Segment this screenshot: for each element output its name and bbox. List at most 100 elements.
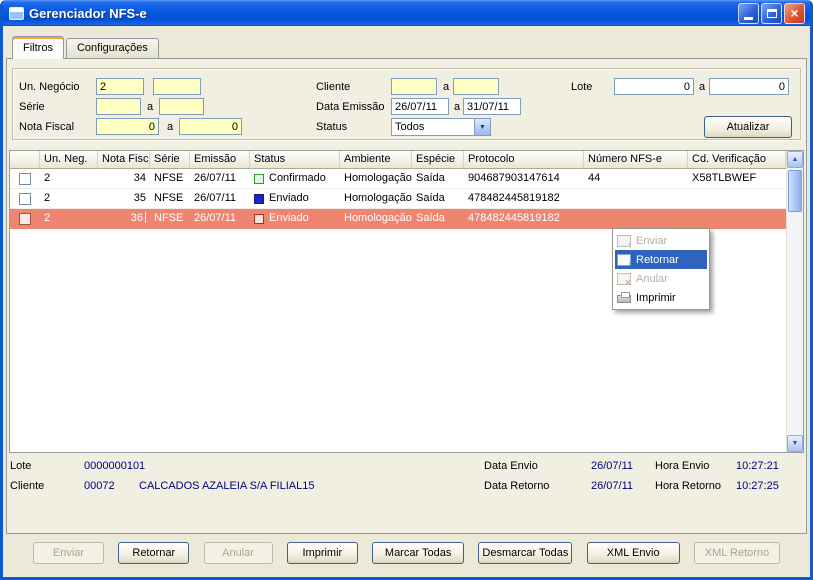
cell-un-neg: 2 (44, 172, 51, 184)
scroll-down-button[interactable]: ▼ (787, 435, 803, 452)
vertical-scrollbar[interactable]: ▲ ▼ (786, 151, 803, 452)
atualizar-button[interactable]: Atualizar (704, 116, 792, 138)
status-square (254, 193, 264, 204)
data-emissao-label: Data Emissão (316, 101, 385, 113)
data-emissao-from-input[interactable] (391, 98, 449, 115)
serie-to-input[interactable] (159, 98, 204, 115)
cliente-from-input[interactable] (391, 78, 437, 95)
cell-numero-nfse: 44 (588, 172, 601, 184)
cell-protocolo: 904687903147614 (468, 172, 560, 184)
scroll-thumb[interactable] (788, 170, 802, 212)
status-select[interactable]: Todos ▼ (391, 118, 491, 136)
minimize-icon (744, 17, 753, 20)
scroll-up-button[interactable]: ▲ (787, 151, 803, 168)
nota-fiscal-label: Nota Fiscal (19, 121, 75, 133)
close-button[interactable]: × (784, 2, 805, 24)
action-imprimir-button[interactable]: Imprimir (286, 542, 358, 564)
context-menu-item-enviar: Enviar (615, 231, 707, 250)
serie-range-separator: a (147, 101, 154, 113)
cell-nota-fiscal: 34 (133, 172, 146, 184)
column-header-ambiente[interactable]: Ambiente (340, 151, 412, 169)
grid-header: Un. Neg.Nota FiscalSérieEmissãoStatusAmb… (10, 151, 786, 169)
data-envio-value: 26/07/11 (591, 460, 634, 472)
status-dropdown-button[interactable]: ▼ (474, 119, 490, 135)
status-square (254, 213, 264, 224)
data-emissao-range-separator: a (454, 101, 461, 113)
cliente-name: CALCADOS AZALEIA S/A FILIAL15 (139, 480, 315, 492)
cell-status: Confirmado (250, 169, 340, 188)
chevron-down-icon: ▼ (479, 123, 486, 131)
column-header-un-neg[interactable]: Un. Neg. (40, 151, 98, 169)
action-enviar-button: Enviar (33, 542, 104, 564)
context-menu-item-label: Enviar (636, 234, 668, 247)
maximize-button[interactable] (761, 2, 782, 24)
filter-panel: Un. Negócio Série a Nota Fiscal a Client… (12, 68, 801, 140)
send-grid-icon (617, 234, 632, 250)
row-checkbox[interactable] (19, 212, 31, 225)
cliente-code: 00072 (84, 480, 115, 492)
cell-serie: NFSE (154, 172, 184, 184)
action-desmarcar-todas-button[interactable]: Desmarcar Todas (478, 542, 573, 564)
hora-envio-label: Hora Envio (655, 460, 710, 472)
context-menu-item-imprimir[interactable]: Imprimir (615, 288, 707, 307)
cell-protocolo: 478482445819182 (468, 212, 560, 224)
table-row[interactable]: 2 34 NFSE 26/07/11 Confirmado Homologação Saíd… (10, 169, 786, 189)
context-menu-item-label: Retornar (636, 253, 679, 266)
return-grid-icon (617, 253, 632, 269)
window-title: Gerenciador NFS-e (29, 5, 147, 21)
cell-emissao: 26/07/11 (194, 172, 237, 184)
cell-status: Enviado (250, 189, 340, 208)
action-anular-button: Anular (203, 542, 273, 564)
lote-label: Lote (10, 460, 32, 472)
column-header-serie[interactable]: Série (150, 151, 190, 169)
context-menu-item-retornar[interactable]: Retornar (615, 250, 707, 269)
column-header-nota-fiscal[interactable]: Nota Fiscal (98, 151, 150, 169)
row-checkbox[interactable] (19, 192, 31, 205)
context-menu-item-label: Imprimir (636, 291, 676, 304)
grid-body: 2 34 NFSE 26/07/11 Confirmado Homologação Saíd… (10, 169, 786, 229)
serie-from-input[interactable] (96, 98, 141, 115)
cell-serie: NFSE (154, 212, 184, 224)
action-marcar-todas-button[interactable]: Marcar Todas (372, 542, 465, 564)
column-header-especie[interactable]: Espécie (412, 151, 464, 169)
table-row[interactable]: 2 36 NFSE 26/07/11 Enviado Homologação Saída 47… (10, 209, 786, 229)
lote-to-input[interactable] (709, 78, 789, 95)
column-header-emissao[interactable]: Emissão (190, 151, 250, 169)
cell-especie: Saída (416, 172, 445, 184)
cell-un-neg: 2 (44, 212, 51, 224)
column-header-checkbox[interactable] (10, 151, 40, 169)
arrow-up-icon: ▲ (791, 156, 799, 163)
lote-value: 0000000101 (84, 460, 146, 472)
lote-filter-label: Lote (571, 81, 593, 93)
cliente-range-separator: a (443, 81, 450, 93)
nota-fiscal-from-input[interactable] (96, 118, 159, 135)
cliente-to-input[interactable] (453, 78, 499, 95)
un-negocio-to-input[interactable] (153, 78, 201, 95)
column-header-status[interactable]: Status (250, 151, 340, 169)
lote-range-separator: a (699, 81, 706, 93)
nota-fiscal-range-separator: a (167, 121, 174, 133)
tab-configuracoes[interactable]: Configurações (65, 38, 159, 58)
column-header-protocolo[interactable]: Protocolo (464, 151, 584, 169)
action-xml-envio-button[interactable]: XML Envio (586, 542, 680, 564)
data-envio-label: Data Envio (484, 460, 538, 472)
un-negocio-from-input[interactable] (96, 78, 144, 95)
cell-ambiente: Homologação (344, 192, 412, 204)
column-header-numero-nfs-e[interactable]: Número NFS-e (584, 151, 688, 169)
table-row[interactable]: 2 35 NFSE 26/07/11 Enviado Homologação Saída 47… (10, 189, 786, 209)
lote-from-input[interactable] (614, 78, 694, 95)
column-header-cd-verificacao[interactable]: Cd. Verificação (688, 151, 786, 169)
un-negocio-label: Un. Negócio (19, 81, 80, 93)
minimize-button[interactable] (738, 2, 759, 24)
action-retornar-button[interactable]: Retornar (118, 542, 190, 564)
data-emissao-to-input[interactable] (463, 98, 521, 115)
cell-ambiente: Homologação (344, 172, 412, 184)
cell-nota-fiscal: 36 (98, 209, 150, 228)
cell-especie: Saída (416, 212, 445, 224)
titlebar[interactable]: Gerenciador NFS-e × (3, 0, 810, 26)
tab-strip: Filtros Configurações (12, 36, 161, 59)
data-retorno-value: 26/07/11 (591, 480, 634, 492)
row-checkbox[interactable] (19, 172, 31, 185)
tab-filtros[interactable]: Filtros (12, 36, 64, 59)
nota-fiscal-to-input[interactable] (179, 118, 242, 135)
